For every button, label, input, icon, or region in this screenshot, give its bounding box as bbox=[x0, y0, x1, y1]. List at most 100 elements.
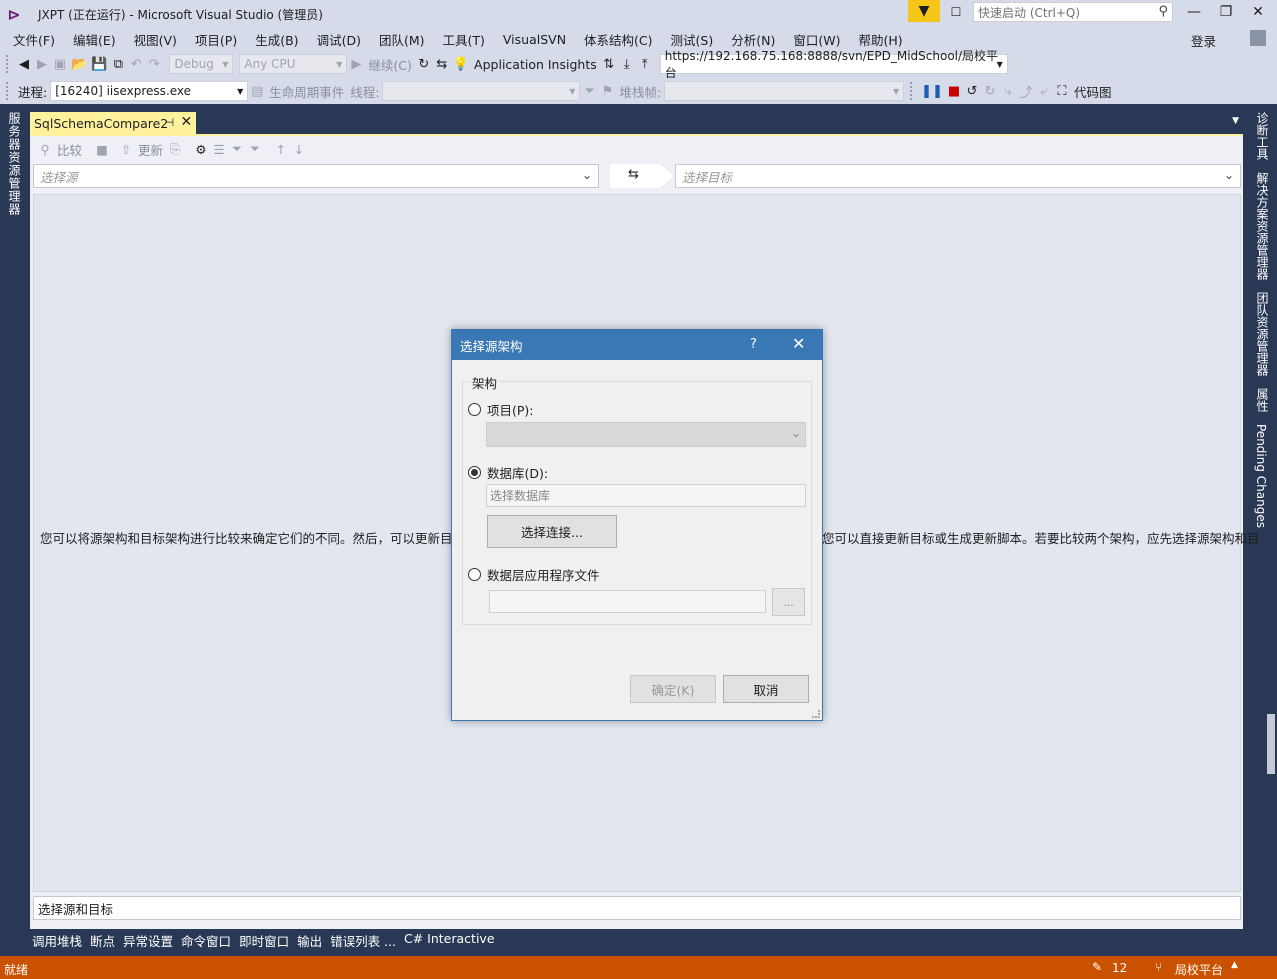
menu-architecture[interactable]: 体系结构(C) bbox=[575, 30, 661, 49]
refresh-icon[interactable]: ↻ bbox=[415, 54, 433, 74]
target-select[interactable]: 选择目标 ⌄ bbox=[675, 164, 1241, 188]
help-button[interactable]: ? bbox=[750, 337, 757, 352]
ok-button[interactable]: 确定(K) bbox=[630, 675, 716, 703]
show-next-statement-icon[interactable]: ↻ bbox=[981, 81, 999, 101]
thread-select[interactable]: ▼ bbox=[382, 81, 581, 101]
compare-button[interactable]: 比较 bbox=[54, 140, 85, 159]
tab-error-list[interactable]: 错误列表 ... bbox=[330, 929, 396, 964]
continue-icon[interactable]: ▶ bbox=[347, 54, 365, 74]
tab-call-stack[interactable]: 调用堆栈 bbox=[32, 929, 83, 964]
svn-commit-icon[interactable]: ⤒ bbox=[636, 54, 654, 74]
platform-select[interactable]: Any CPU ▼ bbox=[239, 54, 348, 74]
generate-script-icon[interactable]: ⎘ bbox=[166, 139, 184, 159]
pending-changes-count[interactable]: 12 bbox=[1112, 961, 1127, 975]
svn-download-icon[interactable]: ⤓ bbox=[618, 54, 636, 74]
navigate-back-icon[interactable]: ◀ bbox=[15, 54, 33, 74]
step-into-icon[interactable]: ⤷ bbox=[999, 81, 1017, 101]
menu-test[interactable]: 测试(S) bbox=[662, 30, 723, 49]
pending-changes-tab[interactable]: Pending Changes bbox=[1254, 424, 1268, 528]
svn-url-select[interactable]: https://192.168.75.168:8888/svn/EPD_MidS… bbox=[659, 49, 1008, 80]
toolbar-grip[interactable] bbox=[910, 82, 913, 100]
toolbar-grip[interactable] bbox=[6, 82, 9, 100]
dacpac-radio[interactable] bbox=[468, 568, 481, 581]
compare-icon[interactable]: ⚲ bbox=[36, 139, 54, 159]
tab-breakpoints[interactable]: 断点 bbox=[90, 929, 116, 964]
menu-project[interactable]: 项目(P) bbox=[186, 30, 246, 49]
feedback-icon[interactable]: ☐ bbox=[946, 3, 966, 21]
redo-icon[interactable]: ↷ bbox=[145, 54, 163, 74]
pin-icon[interactable]: ⊣ bbox=[165, 116, 175, 129]
update-button[interactable]: 更新 bbox=[135, 140, 166, 159]
tab-list-dropdown-icon[interactable]: ▼ bbox=[1232, 116, 1239, 126]
menu-debug[interactable]: 调试(D) bbox=[308, 30, 370, 49]
stack-frame-select[interactable]: ▼ bbox=[664, 81, 905, 101]
team-explorer-tab[interactable]: 团队资源管理器 bbox=[1254, 292, 1271, 376]
undo-icon[interactable]: ↶ bbox=[127, 54, 145, 74]
lifecycle-icon[interactable]: ▤ bbox=[248, 81, 266, 101]
filter-clear-icon[interactable]: ⏷ bbox=[246, 139, 264, 159]
continue-button[interactable]: 继续(C) bbox=[365, 55, 414, 74]
menu-tools[interactable]: 工具(T) bbox=[434, 30, 494, 49]
menu-analyze[interactable]: 分析(N) bbox=[722, 30, 784, 49]
solution-explorer-tab[interactable]: 解决方案资源管理器 bbox=[1254, 172, 1271, 280]
step-over-icon[interactable]: ⤴ bbox=[1017, 81, 1035, 101]
lifecycle-events-button[interactable]: 生命周期事件 bbox=[266, 82, 347, 101]
project-select[interactable]: ⌄ bbox=[486, 422, 806, 447]
dialog-title-bar[interactable]: 选择源架构 ? ✕ bbox=[452, 330, 822, 360]
properties-tab[interactable]: 属性 bbox=[1254, 388, 1271, 412]
tab-exception-settings[interactable]: 异常设置 bbox=[123, 929, 174, 964]
group-by-icon[interactable]: ☰ bbox=[210, 139, 228, 159]
open-file-icon[interactable]: 📂 bbox=[69, 54, 89, 74]
menu-team[interactable]: 团队(M) bbox=[370, 30, 434, 49]
swap-source-target[interactable]: ⇆ bbox=[610, 164, 674, 188]
application-insights-button[interactable]: Application Insights bbox=[471, 57, 600, 72]
project-option[interactable]: 项目(P): bbox=[468, 400, 534, 419]
menu-file[interactable]: 文件(F) bbox=[4, 30, 64, 49]
tab-csharp-interactive[interactable]: C# Interactive bbox=[404, 929, 495, 964]
scrollbar-thumb[interactable] bbox=[1267, 714, 1275, 774]
minimize-button[interactable]: — bbox=[1180, 2, 1208, 22]
menu-build[interactable]: 生成(B) bbox=[246, 30, 307, 49]
update-icon[interactable]: ⇧ bbox=[117, 139, 135, 159]
svn-update-icon[interactable]: ⇅ bbox=[600, 54, 618, 74]
browser-link-icon[interactable]: ⇆ bbox=[433, 54, 451, 74]
database-radio[interactable] bbox=[468, 466, 481, 479]
project-radio[interactable] bbox=[468, 403, 481, 416]
options-gear-icon[interactable]: ⚙ bbox=[192, 139, 210, 159]
stop-compare-icon[interactable]: ■ bbox=[93, 139, 111, 159]
solution-config-select[interactable]: Debug ▼ bbox=[169, 54, 234, 74]
toolbar-grip[interactable] bbox=[6, 55, 9, 73]
restart-icon[interactable]: ↺ bbox=[963, 81, 981, 101]
close-tab-icon[interactable]: ✕ bbox=[181, 114, 193, 130]
previous-change-icon[interactable]: ↑ bbox=[272, 139, 290, 159]
navigate-forward-icon[interactable]: ▶ bbox=[33, 54, 51, 74]
swap-icon[interactable]: ⇆ bbox=[628, 167, 639, 182]
account-icon[interactable] bbox=[1250, 30, 1266, 46]
stop-icon[interactable]: ■ bbox=[945, 81, 963, 101]
sign-in-link[interactable]: 登录 bbox=[1191, 31, 1216, 50]
server-explorer-tab[interactable]: 服务器资源管理器 bbox=[6, 112, 23, 216]
tab-sqlschemacompare2[interactable]: SqlSchemaCompare2 ⊣ ✕ bbox=[30, 112, 197, 134]
menu-view[interactable]: 视图(V) bbox=[125, 30, 186, 49]
dialog-close-icon[interactable]: ✕ bbox=[792, 334, 805, 353]
dacpac-option[interactable]: 数据层应用程序文件 bbox=[468, 565, 600, 584]
cancel-button[interactable]: 取消 bbox=[723, 675, 809, 703]
menu-visualsvn[interactable]: VisualSVN bbox=[494, 32, 575, 47]
close-window-button[interactable]: ✕ bbox=[1244, 2, 1272, 22]
new-project-icon[interactable]: ▣ bbox=[51, 54, 69, 74]
filter-icon[interactable]: ⏷ bbox=[580, 81, 598, 101]
menu-window[interactable]: 窗口(W) bbox=[784, 30, 849, 49]
chevron-up-icon[interactable]: ▲ bbox=[1231, 960, 1238, 970]
step-out-icon[interactable]: ⤶ bbox=[1035, 81, 1053, 101]
dacpac-file-field[interactable] bbox=[489, 590, 766, 613]
filter-icon[interactable]: ⏷ bbox=[228, 139, 246, 159]
browse-button[interactable]: ... bbox=[772, 588, 805, 616]
code-map-icon[interactable]: ⛶ bbox=[1053, 81, 1071, 101]
select-connection-button[interactable]: 选择连接... bbox=[487, 515, 617, 548]
branch-name[interactable]: 局校平台 bbox=[1175, 961, 1223, 978]
notification-filter-icon[interactable]: ▼ bbox=[908, 0, 940, 22]
tab-command-window[interactable]: 命令窗口 bbox=[181, 929, 232, 964]
tab-immediate-window[interactable]: 即时窗口 bbox=[239, 929, 290, 964]
save-all-icon[interactable]: ⧉ bbox=[109, 54, 127, 74]
process-select[interactable]: [16240] iisexpress.exe ▼ bbox=[50, 81, 249, 101]
